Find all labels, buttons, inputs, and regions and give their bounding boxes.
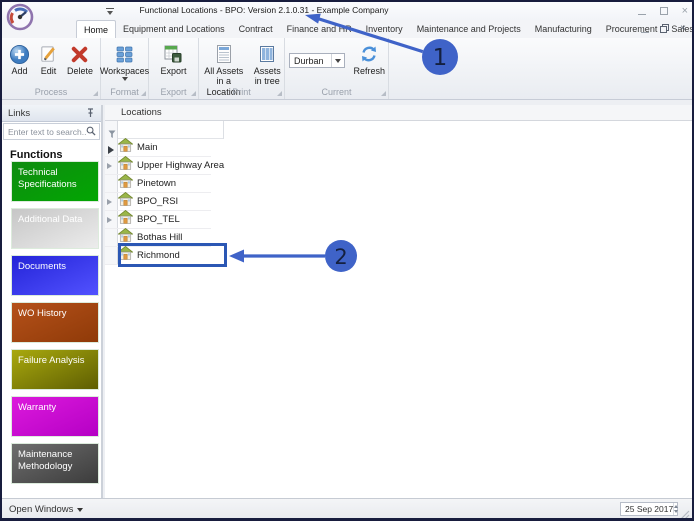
- dialog-launcher-icon[interactable]: [277, 91, 282, 96]
- function-wo-history[interactable]: WO History: [11, 302, 99, 343]
- title-bar: Functional Locations - BPO: Version 2.1.…: [2, 2, 692, 20]
- tree-row-richmond[interactable]: Richmond: [105, 245, 211, 265]
- workspaces-icon: [116, 42, 133, 66]
- expand-icon[interactable]: [107, 198, 115, 205]
- maximize-button[interactable]: [659, 2, 668, 20]
- status-bar: Open Windows 25 Sep 2017: [2, 498, 692, 518]
- pin-icon[interactable]: [86, 108, 95, 121]
- ribbon-group-print: All Assets in a Location Assets in tree …: [199, 38, 285, 99]
- ribbon-tab-bar: Home Equipment and Locations Contract Fi…: [2, 20, 692, 38]
- filter-row[interactable]: [118, 121, 223, 139]
- tree-row-bothas-hill[interactable]: Bothas Hill: [105, 227, 211, 247]
- workspaces-dropdown-icon: [121, 77, 128, 84]
- location-house-icon: [117, 191, 134, 211]
- tree-row-main[interactable]: Main: [105, 137, 211, 157]
- minimize-button[interactable]: [637, 2, 646, 20]
- tab-finance-and-hr[interactable]: Finance and HR: [280, 20, 359, 38]
- location-label: Bothas Hill: [137, 232, 183, 243]
- expand-icon[interactable]: [107, 162, 115, 169]
- close-button[interactable]: ×: [682, 5, 688, 17]
- app-logo-icon[interactable]: [6, 3, 34, 36]
- quick-access-dropdown-icon[interactable]: [106, 8, 114, 15]
- window-title: Functional Locations - BPO: Version 2.1.…: [139, 5, 389, 15]
- date-field[interactable]: 25 Sep 2017: [620, 502, 679, 516]
- tab-maintenance-and-projects[interactable]: Maintenance and Projects: [410, 20, 528, 38]
- function-additional-data[interactable]: Additional Data: [11, 208, 99, 249]
- delete-icon: [69, 42, 90, 66]
- functions-section-title: Functions: [10, 149, 63, 161]
- tab-inventory[interactable]: Inventory: [359, 20, 410, 38]
- function-documents[interactable]: Documents: [11, 255, 99, 296]
- dropdown-icon: [77, 508, 84, 515]
- tab-equipment-and-locations[interactable]: Equipment and Locations: [116, 20, 232, 38]
- ribbon-group-current: Durban Refresh Current: [285, 38, 389, 99]
- tree-row-bpo-rsi[interactable]: BPO_RSI: [105, 191, 211, 211]
- tab-manufacturing[interactable]: Manufacturing: [528, 20, 599, 38]
- location-label: Upper Highway Area: [137, 160, 225, 171]
- tree-row-bpo-tel[interactable]: BPO_TEL: [105, 209, 211, 229]
- locations-grid: Locations Main Upper Highway Area Pineto…: [105, 105, 692, 498]
- mdi-close-button[interactable]: ×: [680, 24, 686, 34]
- search-input[interactable]: Enter text to search...: [3, 123, 100, 140]
- edit-icon: [38, 42, 59, 66]
- location-label: Pinetown: [137, 178, 177, 189]
- tree-row-pinetown[interactable]: Pinetown: [105, 173, 211, 193]
- location-house-icon: [117, 173, 134, 193]
- ribbon-group-format: Workspaces Format: [100, 38, 149, 99]
- workspaces-button[interactable]: Workspaces: [97, 41, 152, 85]
- location-label: Richmond: [137, 250, 180, 261]
- location-house-icon: [117, 227, 134, 247]
- export-icon: [163, 42, 183, 66]
- app-window: Functional Locations - BPO: Version 2.1.…: [0, 0, 694, 521]
- function-warranty[interactable]: Warranty: [11, 396, 99, 437]
- mdi-restore-button[interactable]: [660, 20, 670, 38]
- export-button[interactable]: Export: [157, 41, 189, 77]
- location-label: Main: [137, 142, 158, 153]
- search-placeholder: Enter text to search...: [8, 126, 86, 137]
- dialog-launcher-icon[interactable]: [191, 91, 196, 96]
- combo-dropdown-icon[interactable]: [331, 54, 344, 67]
- ribbon-group-export: Export Export: [149, 38, 199, 99]
- location-house-icon: [117, 209, 134, 229]
- ribbon-group-process: Add Edit Delete Process: [2, 38, 101, 99]
- function-maintenance-methodology[interactable]: Maintenance Methodology: [11, 443, 99, 484]
- location-house-icon: [117, 245, 134, 265]
- tab-contract[interactable]: Contract: [232, 20, 280, 38]
- expand-icon[interactable]: [107, 216, 115, 223]
- dialog-launcher-icon[interactable]: [141, 91, 146, 96]
- add-icon: [9, 42, 30, 66]
- dialog-launcher-icon[interactable]: [93, 91, 98, 96]
- dialog-launcher-icon[interactable]: [381, 91, 386, 96]
- function-failure-analysis[interactable]: Failure Analysis: [11, 349, 99, 390]
- refresh-icon: [359, 42, 379, 66]
- print-assets-in-tree-button[interactable]: Assets in tree: [250, 41, 284, 88]
- location-label: BPO_TEL: [137, 214, 180, 225]
- refresh-button[interactable]: Refresh: [350, 41, 388, 77]
- add-button[interactable]: Add: [6, 41, 33, 77]
- date-spinner[interactable]: [673, 503, 679, 515]
- print-tree-report-icon: [258, 42, 276, 66]
- location-house-icon: [117, 137, 134, 157]
- locations-column-header[interactable]: Locations: [105, 105, 692, 121]
- edit-button[interactable]: Edit: [35, 41, 62, 77]
- location-house-icon: [117, 155, 134, 175]
- links-panel: Links Enter text to search... Functions …: [2, 105, 103, 498]
- open-windows-button[interactable]: Open Windows: [9, 504, 84, 515]
- mdi-minimize-button[interactable]: [641, 20, 650, 38]
- links-panel-header: Links: [2, 105, 101, 122]
- ribbon: Add Edit Delete Process Workspaces Forma…: [2, 38, 692, 100]
- function-technical-specifications[interactable]: Technical Specifications: [11, 161, 99, 202]
- location-label: BPO_RSI: [137, 196, 179, 207]
- tree-row-upper-highway-area[interactable]: Upper Highway Area: [105, 155, 224, 175]
- delete-button[interactable]: Delete: [64, 41, 96, 77]
- tab-home[interactable]: Home: [76, 20, 117, 38]
- print-location-report-icon: [215, 42, 233, 66]
- resize-grip[interactable]: [680, 507, 690, 518]
- search-icon: [86, 123, 99, 141]
- current-location-select[interactable]: Durban: [289, 53, 346, 68]
